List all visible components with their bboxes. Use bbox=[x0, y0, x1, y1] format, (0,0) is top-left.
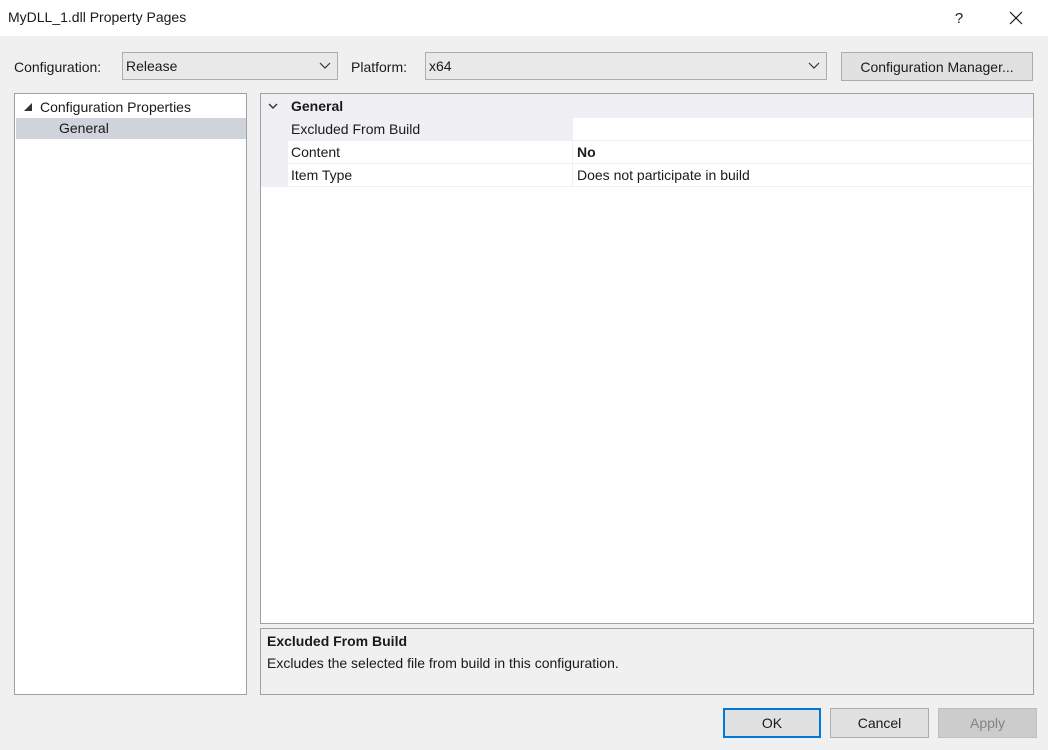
platform-value: x64 bbox=[429, 58, 452, 74]
description-panel: Excluded From Build Excludes the selecte… bbox=[260, 628, 1034, 695]
tree-item-label: Configuration Properties bbox=[40, 99, 191, 115]
tree-item-configuration-properties[interactable]: Configuration Properties bbox=[15, 96, 246, 118]
expanded-triangle-icon bbox=[24, 103, 32, 111]
property-grid: General Excluded From Build Content No I… bbox=[260, 93, 1034, 624]
category-general[interactable]: General bbox=[261, 94, 1033, 118]
platform-dropdown[interactable]: x64 bbox=[425, 52, 827, 80]
property-name: Content bbox=[291, 144, 341, 160]
category-label: General bbox=[291, 98, 344, 114]
description-text: Excludes the selected file from build in… bbox=[267, 655, 619, 671]
chevron-down-icon bbox=[319, 62, 331, 69]
configuration-dropdown[interactable]: Release bbox=[122, 52, 338, 80]
property-value[interactable]: Does not participate in build bbox=[572, 164, 1033, 186]
help-button[interactable]: ? bbox=[944, 0, 974, 36]
description-title: Excluded From Build bbox=[267, 633, 408, 649]
property-value[interactable] bbox=[572, 118, 1033, 140]
property-value[interactable]: No bbox=[572, 141, 1033, 163]
property-row-content[interactable]: Content No bbox=[288, 141, 1033, 164]
configuration-label: Configuration: bbox=[14, 59, 102, 75]
tree-item-general[interactable]: General bbox=[16, 118, 246, 139]
configuration-manager-button[interactable]: Configuration Manager... bbox=[841, 52, 1033, 81]
property-row-excluded-from-build[interactable]: Excluded From Build bbox=[288, 118, 1033, 141]
configuration-value: Release bbox=[126, 58, 178, 74]
ok-button[interactable]: OK bbox=[723, 708, 821, 738]
property-name: Excluded From Build bbox=[288, 118, 572, 140]
close-button[interactable] bbox=[998, 0, 1034, 36]
tree-item-label: General bbox=[59, 120, 109, 136]
title-bar: MyDLL_1.dll Property Pages ? bbox=[0, 0, 1048, 36]
cancel-button[interactable]: Cancel bbox=[830, 708, 929, 738]
platform-label: Platform: bbox=[351, 59, 408, 75]
property-name: Item Type bbox=[291, 167, 353, 183]
chevron-down-icon[interactable] bbox=[268, 103, 278, 110]
window-title: MyDLL_1.dll Property Pages bbox=[8, 9, 187, 25]
property-row-item-type[interactable]: Item Type Does not participate in build bbox=[288, 164, 1033, 187]
apply-button[interactable]: Apply bbox=[938, 708, 1037, 738]
chevron-down-icon bbox=[808, 62, 820, 69]
close-icon bbox=[1009, 11, 1023, 25]
configuration-tree: Configuration Properties General bbox=[14, 93, 247, 695]
